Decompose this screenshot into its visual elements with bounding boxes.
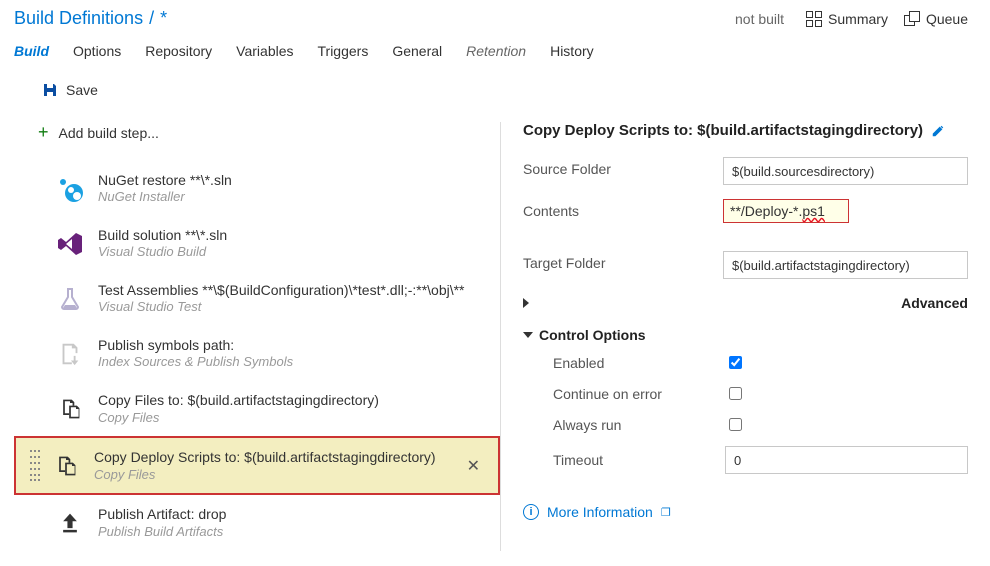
build-step-symbols[interactable]: Publish symbols path: Index Sources & Pu… bbox=[38, 326, 500, 381]
panel-title-text: Copy Deploy Scripts to: $(build.artifact… bbox=[523, 122, 923, 139]
build-step-nuget[interactable]: NuGet restore **\*.sln NuGet Installer bbox=[38, 161, 500, 216]
tab-general[interactable]: General bbox=[392, 43, 442, 67]
save-button[interactable]: Save bbox=[66, 82, 98, 98]
tab-build[interactable]: Build bbox=[14, 43, 49, 67]
tab-triggers[interactable]: Triggers bbox=[318, 43, 369, 67]
advanced-label: Advanced bbox=[901, 295, 968, 311]
advanced-toggle[interactable]: Advanced bbox=[523, 295, 968, 311]
build-step-copyfiles-1[interactable]: Copy Files to: $(build.artifactstagingdi… bbox=[38, 381, 500, 436]
step-subtitle: Visual Studio Build bbox=[98, 244, 227, 261]
info-icon: i bbox=[523, 504, 539, 520]
control-options-toggle[interactable]: Control Options bbox=[523, 327, 968, 343]
step-title: Publish Artifact: drop bbox=[98, 505, 226, 523]
add-build-step-label: Add build step... bbox=[59, 125, 159, 141]
remove-step-button[interactable]: ✕ bbox=[457, 452, 490, 480]
step-subtitle: Copy Files bbox=[98, 410, 379, 427]
enabled-label: Enabled bbox=[553, 355, 725, 371]
chevron-down-icon bbox=[523, 332, 533, 338]
breadcrumb-root[interactable]: Build Definitions bbox=[14, 8, 143, 29]
breadcrumb-current: * bbox=[160, 8, 167, 29]
step-title: NuGet restore **\*.sln bbox=[98, 171, 232, 189]
always-run-checkbox[interactable] bbox=[729, 418, 742, 431]
tab-bar: Build Options Repository Variables Trigg… bbox=[0, 29, 990, 68]
step-subtitle: Visual Studio Test bbox=[98, 299, 465, 316]
continue-on-error-label: Continue on error bbox=[553, 386, 725, 402]
queue-button[interactable]: Queue bbox=[904, 11, 968, 27]
timeout-input[interactable] bbox=[725, 446, 968, 474]
tab-retention[interactable]: Retention bbox=[466, 43, 526, 67]
save-icon bbox=[42, 82, 58, 98]
tab-variables[interactable]: Variables bbox=[236, 43, 293, 67]
always-run-label: Always run bbox=[553, 417, 725, 433]
breadcrumb[interactable]: Build Definitions / * bbox=[14, 8, 167, 29]
contents-label: Contents bbox=[523, 199, 723, 219]
breadcrumb-separator: / bbox=[149, 8, 154, 29]
source-folder-input[interactable] bbox=[723, 157, 968, 185]
upload-icon bbox=[56, 509, 84, 537]
step-subtitle: Copy Files bbox=[94, 467, 436, 484]
build-status: not built bbox=[735, 11, 784, 27]
target-folder-input[interactable] bbox=[723, 251, 968, 279]
source-folder-label: Source Folder bbox=[523, 157, 723, 185]
tab-history[interactable]: History bbox=[550, 43, 594, 67]
step-title: Copy Files to: $(build.artifactstagingdi… bbox=[98, 391, 379, 409]
visual-studio-icon bbox=[56, 230, 84, 258]
step-title: Build solution **\*.sln bbox=[98, 226, 227, 244]
build-step-vsbuild[interactable]: Build solution **\*.sln Visual Studio Bu… bbox=[38, 216, 500, 271]
panel-title: Copy Deploy Scripts to: $(build.artifact… bbox=[523, 122, 968, 139]
step-title: Test Assemblies **\$(BuildConfiguration)… bbox=[98, 281, 465, 299]
more-information-link[interactable]: i More Information ❐ bbox=[523, 504, 968, 520]
tab-repository[interactable]: Repository bbox=[145, 43, 212, 67]
summary-button[interactable]: Summary bbox=[806, 11, 888, 27]
contents-text-prefix: **/Deploy-*. bbox=[730, 203, 802, 219]
step-subtitle: Index Sources & Publish Symbols bbox=[98, 354, 293, 371]
summary-icon bbox=[806, 11, 822, 27]
queue-icon bbox=[904, 11, 920, 27]
summary-label: Summary bbox=[828, 11, 888, 27]
chevron-right-icon bbox=[523, 298, 895, 308]
queue-label: Queue bbox=[926, 11, 968, 27]
build-step-vstest[interactable]: Test Assemblies **\$(BuildConfiguration)… bbox=[38, 271, 500, 326]
plus-icon: + bbox=[38, 122, 49, 143]
drag-grip-icon[interactable] bbox=[30, 450, 40, 481]
step-subtitle: Publish Build Artifacts bbox=[98, 524, 226, 541]
nuget-icon bbox=[56, 175, 84, 203]
build-step-copy-deploy-scripts[interactable]: Copy Deploy Scripts to: $(build.artifact… bbox=[14, 436, 500, 495]
step-title: Publish symbols path: bbox=[98, 336, 293, 354]
copy-icon bbox=[56, 395, 84, 423]
continue-on-error-checkbox[interactable] bbox=[729, 387, 742, 400]
tab-options[interactable]: Options bbox=[73, 43, 121, 67]
target-folder-label: Target Folder bbox=[523, 251, 723, 279]
step-title: Copy Deploy Scripts to: $(build.artifact… bbox=[94, 448, 436, 466]
contents-input[interactable]: **/Deploy-*.ps1 bbox=[723, 199, 849, 223]
more-information-label: More Information bbox=[547, 504, 653, 520]
timeout-label: Timeout bbox=[553, 452, 725, 468]
step-subtitle: NuGet Installer bbox=[98, 189, 232, 206]
add-build-step-button[interactable]: + Add build step... bbox=[14, 122, 500, 161]
enabled-checkbox[interactable] bbox=[729, 356, 742, 369]
pencil-icon[interactable] bbox=[931, 124, 945, 138]
control-options-label: Control Options bbox=[539, 327, 646, 343]
build-step-publish-artifact[interactable]: Publish Artifact: drop Publish Build Art… bbox=[38, 495, 500, 550]
copy-icon bbox=[52, 452, 80, 480]
document-arrow-icon bbox=[56, 340, 84, 368]
external-link-icon: ❐ bbox=[661, 506, 671, 519]
flask-icon bbox=[56, 285, 84, 313]
contents-text-suffix: ps1 bbox=[802, 203, 825, 219]
